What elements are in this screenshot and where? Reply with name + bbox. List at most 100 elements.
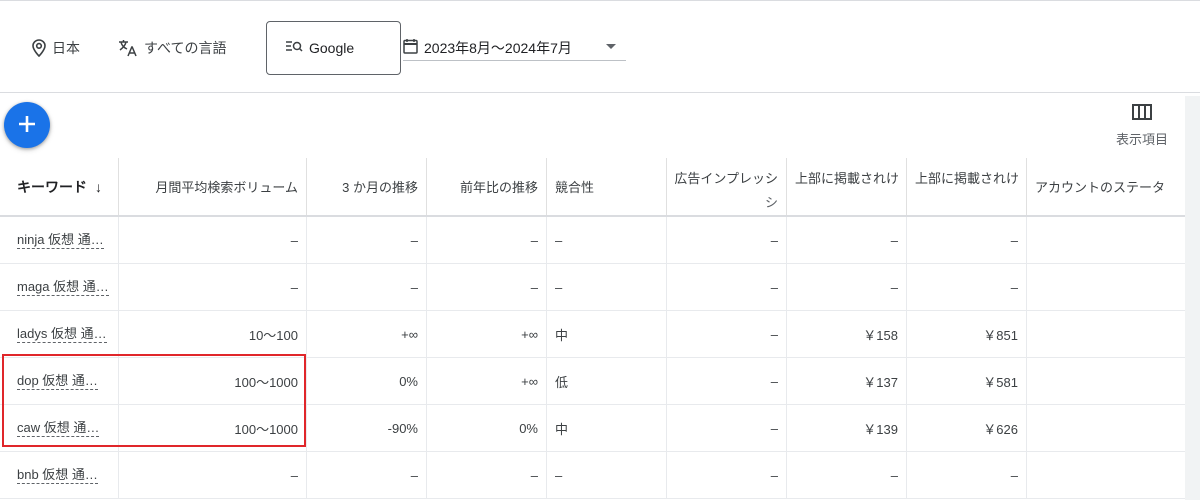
top-bid-low-cell: – — [787, 452, 907, 498]
header-top-bid-low[interactable]: 上部に掲載されけ — [787, 158, 907, 215]
impression-share-cell: – — [667, 264, 787, 310]
plus-icon — [17, 114, 37, 137]
chevron-down-icon — [606, 44, 616, 49]
top-bid-high-cell: – — [907, 217, 1027, 263]
header-impression-share-label: 広告インプレッシ — [674, 171, 778, 186]
table-row[interactable]: ladys 仮想 通… 10～100 +∞ +∞ 中 – ￥158 ￥851 — [0, 311, 1185, 358]
date-range-label: 2023年8月～2024年7月 — [424, 39, 572, 56]
language-label: すべての言語 — [144, 40, 227, 56]
yoy-cell: – — [427, 217, 547, 263]
columns-button[interactable]: 表示項目 — [1108, 104, 1176, 152]
header-impression-share[interactable]: 広告インプレッシ シ — [667, 158, 787, 215]
search-engine-label: Google — [309, 40, 355, 56]
impression-share-cell: – — [667, 452, 787, 498]
top-bid-high-cell: – — [907, 452, 1027, 498]
calendar-icon — [403, 38, 418, 57]
keyword-link[interactable]: caw 仮想 通… — [17, 420, 100, 437]
table-row[interactable]: ninja 仮想 通… – – – – – – – — [0, 217, 1185, 264]
sort-arrow-icon: ↓ — [95, 178, 102, 195]
competition-cell: – — [547, 217, 667, 263]
competition-cell: 低 — [547, 358, 667, 404]
top-bid-low-cell: – — [787, 264, 907, 310]
account-status-cell — [1027, 358, 1185, 404]
header-competition[interactable]: 競合性 — [547, 158, 667, 215]
header-keyword[interactable]: キーワード ↓ — [0, 158, 119, 215]
volume-cell: 100～1000 — [119, 405, 307, 451]
trend3m-cell: – — [307, 264, 427, 310]
header-volume[interactable]: 月間平均検索ボリューム — [119, 158, 307, 215]
yoy-cell: +∞ — [427, 311, 547, 357]
search-engine-filter[interactable]: Google — [266, 21, 401, 75]
top-bid-high-cell: ￥581 — [907, 358, 1027, 404]
trend3m-cell: – — [307, 217, 427, 263]
volume-cell: – — [119, 264, 307, 310]
header-yoy[interactable]: 前年比の推移 — [427, 158, 547, 215]
filter-bar: 日本 すべての言語 Google 2023年8月～2024年7月 — [0, 0, 1200, 93]
header-keyword-label: キーワード — [17, 178, 87, 195]
yoy-cell: – — [427, 264, 547, 310]
yoy-cell: – — [427, 452, 547, 498]
volume-cell: – — [119, 217, 307, 263]
keyword-link[interactable]: ninja 仮想 通… — [17, 232, 104, 249]
add-keyword-button[interactable] — [4, 102, 50, 148]
volume-cell: 100～1000 — [119, 358, 307, 404]
top-bid-low-cell: – — [787, 217, 907, 263]
table-row[interactable]: maga 仮想 通… – – – – – – – — [0, 264, 1185, 311]
keyword-table: キーワード ↓ 月間平均検索ボリューム 3 か月の推移 前年比の推移 競合性 広… — [0, 158, 1185, 499]
search-engine-icon — [285, 40, 303, 57]
keyword-cell[interactable]: ladys 仮想 通… — [0, 311, 119, 357]
impression-share-cell: – — [667, 217, 787, 263]
top-bid-low-cell: ￥158 — [787, 311, 907, 357]
top-bid-low-cell: ￥139 — [787, 405, 907, 451]
trend3m-cell: -90% — [307, 405, 427, 451]
columns-icon — [1132, 104, 1152, 123]
yoy-cell: +∞ — [427, 358, 547, 404]
volume-cell: 10～100 — [119, 311, 307, 357]
keyword-cell[interactable]: maga 仮想 通… — [0, 264, 119, 310]
top-bid-high-cell: – — [907, 264, 1027, 310]
impression-share-cell: – — [667, 358, 787, 404]
account-status-cell — [1027, 405, 1185, 451]
competition-cell: – — [547, 452, 667, 498]
top-bid-low-cell: ￥137 — [787, 358, 907, 404]
table-row[interactable]: caw 仮想 通… 100～1000 -90% 0% 中 – ￥139 ￥626 — [0, 405, 1185, 452]
impression-share-cell: – — [667, 311, 787, 357]
volume-cell: – — [119, 452, 307, 498]
vertical-scrollbar[interactable] — [1185, 96, 1200, 500]
competition-cell: 中 — [547, 311, 667, 357]
account-status-cell — [1027, 311, 1185, 357]
account-status-cell — [1027, 217, 1185, 263]
keyword-cell[interactable]: ninja 仮想 通… — [0, 217, 119, 263]
location-label: 日本 — [52, 40, 80, 56]
header-top-bid-high[interactable]: 上部に掲載されけ — [907, 158, 1027, 215]
table-row[interactable]: dop 仮想 通… 100～1000 0% +∞ 低 – ￥137 ￥581 — [0, 358, 1185, 405]
date-range-select[interactable]: 2023年8月～2024年7月 — [403, 35, 626, 61]
keyword-cell[interactable]: caw 仮想 通… — [0, 405, 119, 451]
competition-cell: 中 — [547, 405, 667, 451]
header-trend-3m[interactable]: 3 か月の推移 — [307, 158, 427, 215]
keyword-link[interactable]: maga 仮想 通… — [17, 279, 109, 296]
keyword-link[interactable]: dop 仮想 通… — [17, 373, 98, 390]
trend3m-cell: +∞ — [307, 311, 427, 357]
location-filter[interactable]: 日本 — [32, 38, 80, 58]
header-account-status[interactable]: アカウントのステータ — [1027, 158, 1185, 215]
impression-share-cell: – — [667, 405, 787, 451]
language-filter[interactable]: すべての言語 — [118, 38, 226, 58]
keyword-link[interactable]: ladys 仮想 通… — [17, 326, 107, 343]
header-impression-share-label-cont: シ — [764, 195, 778, 210]
account-status-cell — [1027, 264, 1185, 310]
competition-cell: – — [547, 264, 667, 310]
trend3m-cell: – — [307, 452, 427, 498]
location-pin-icon — [32, 39, 46, 57]
trend3m-cell: 0% — [307, 358, 427, 404]
table-row[interactable]: bnb 仮想 通… – – – – – – – — [0, 452, 1185, 499]
translate-icon — [118, 39, 138, 57]
account-status-cell — [1027, 452, 1185, 498]
yoy-cell: 0% — [427, 405, 547, 451]
top-bid-high-cell: ￥851 — [907, 311, 1027, 357]
keyword-cell[interactable]: dop 仮想 通… — [0, 358, 119, 404]
table-header: キーワード ↓ 月間平均検索ボリューム 3 か月の推移 前年比の推移 競合性 広… — [0, 158, 1185, 217]
keyword-link[interactable]: bnb 仮想 通… — [17, 467, 98, 484]
columns-label: 表示項目 — [1115, 132, 1168, 147]
keyword-cell[interactable]: bnb 仮想 通… — [0, 452, 119, 498]
